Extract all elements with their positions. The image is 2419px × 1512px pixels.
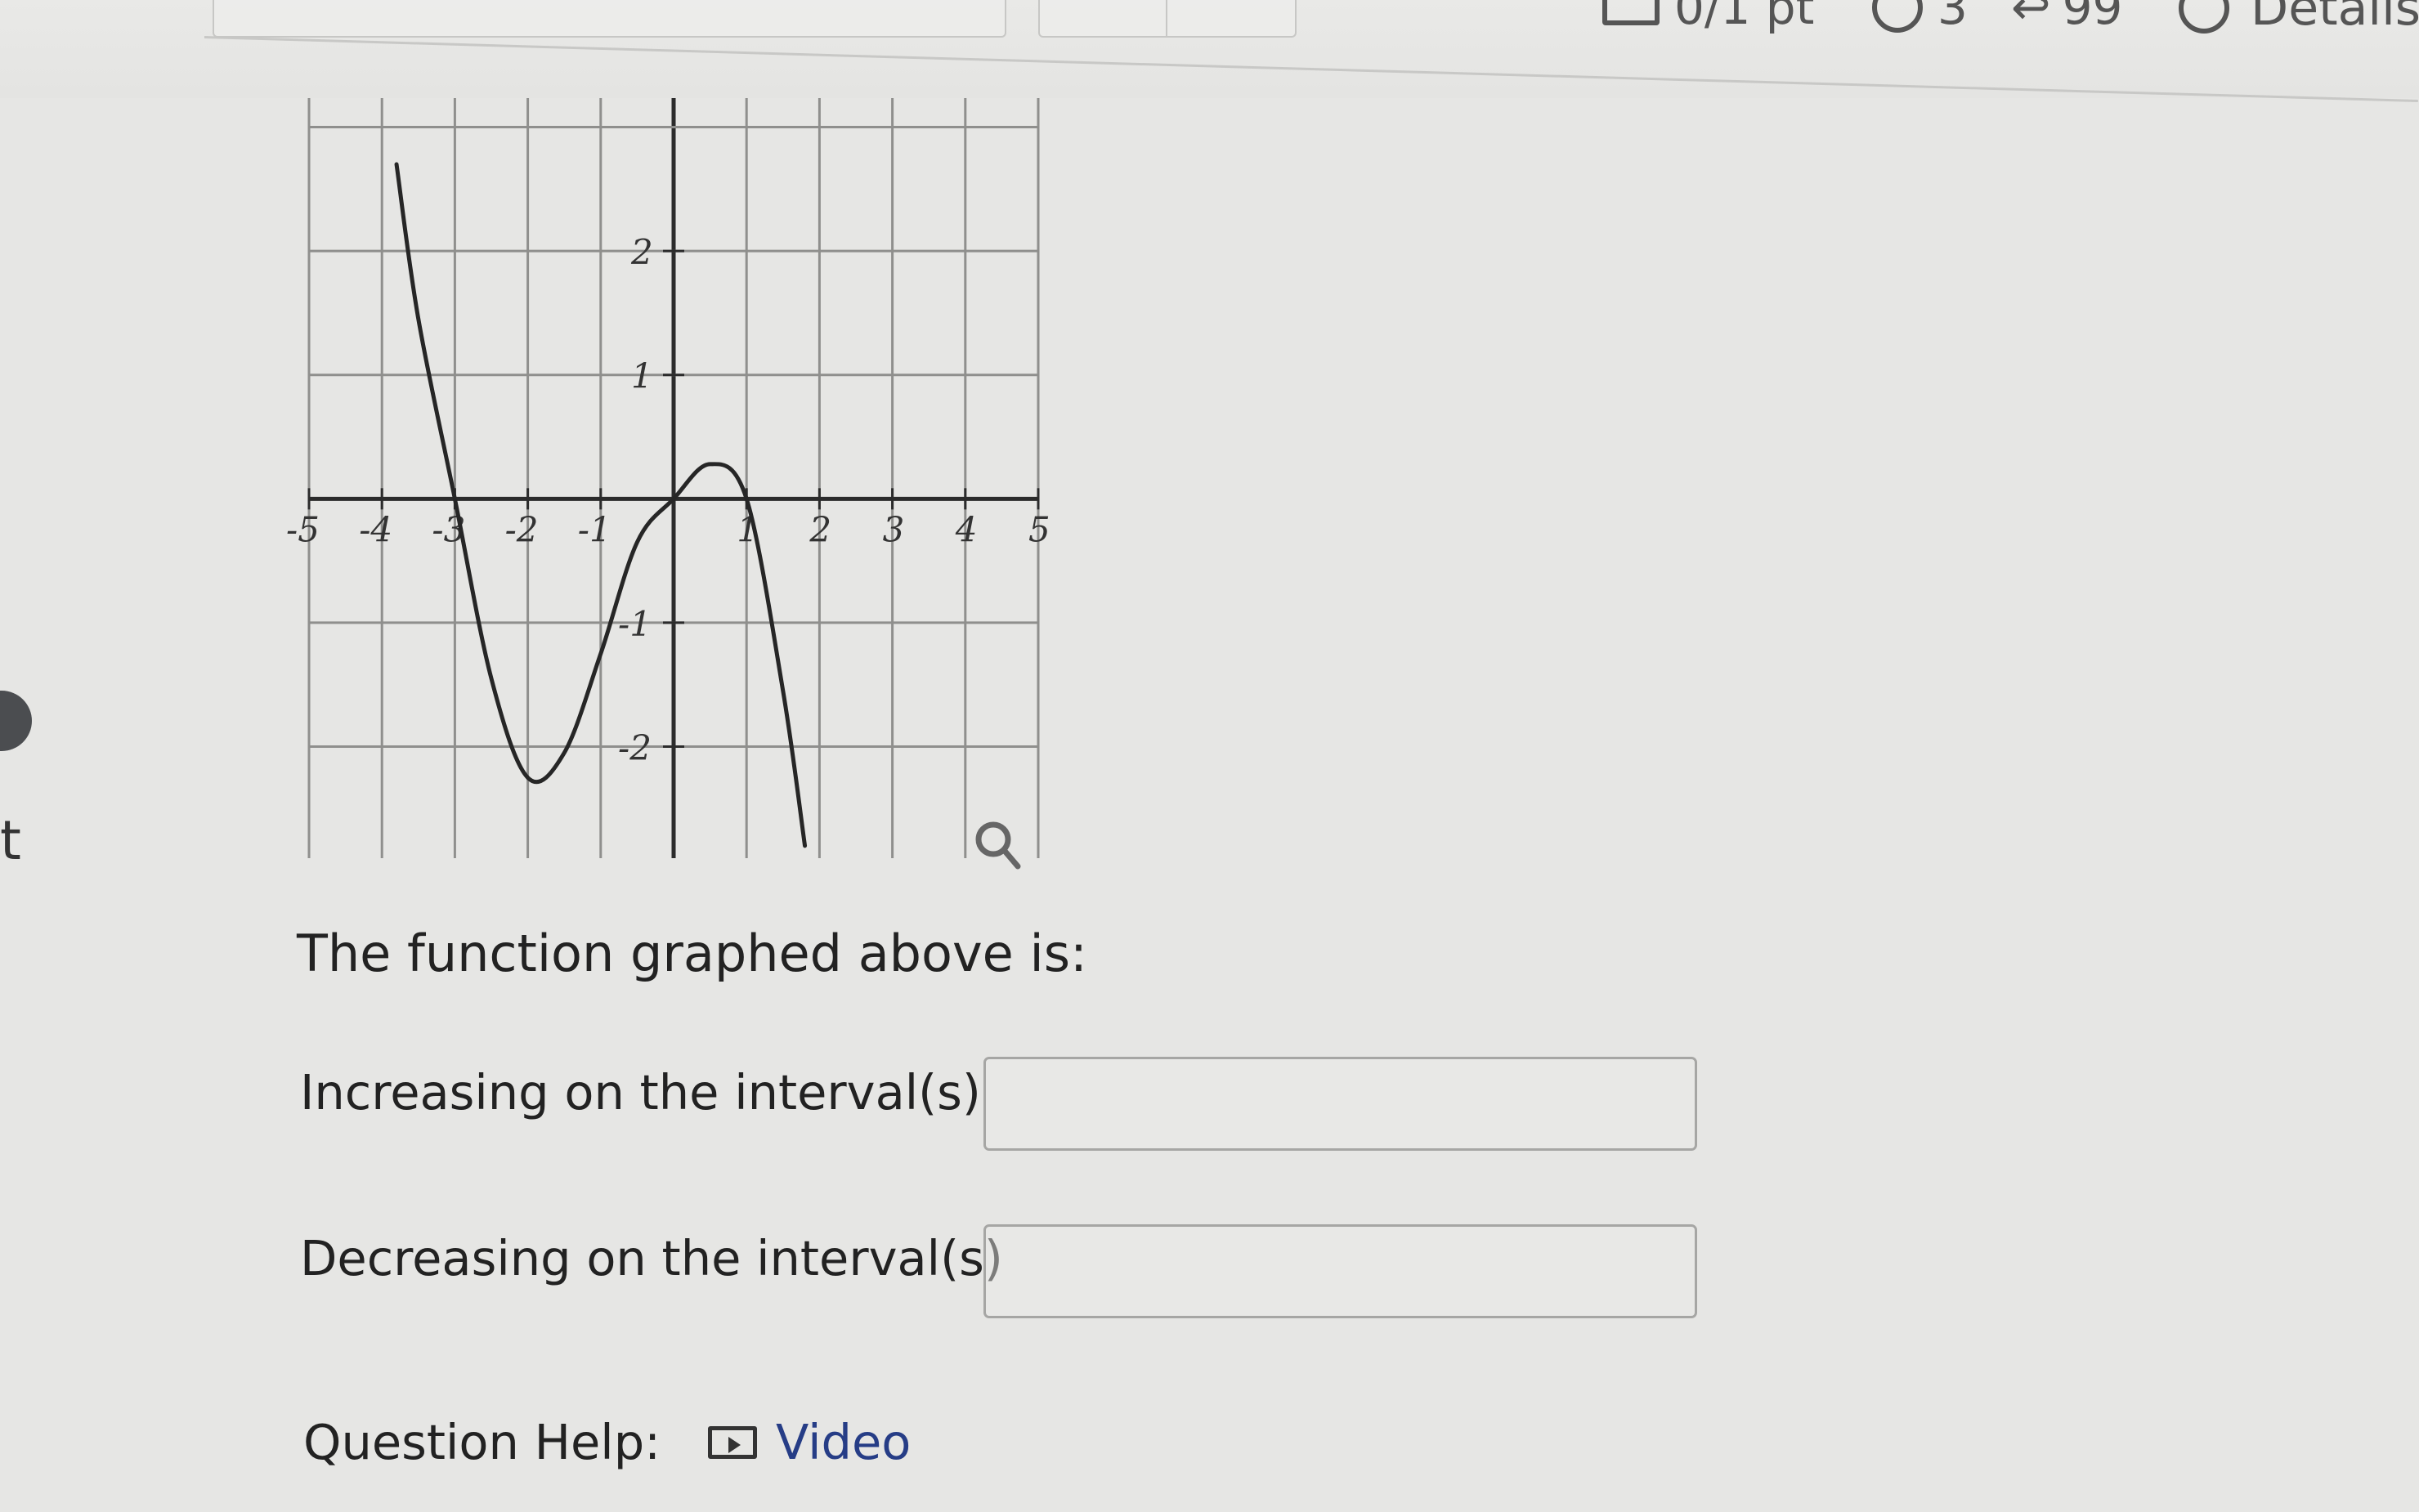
zoom-handle-icon[interactable] xyxy=(1001,847,1021,870)
x-tick-label: 5 xyxy=(1028,509,1050,549)
retries-status: ↩ 99 xyxy=(2011,0,2122,35)
x-tick-label: 3 xyxy=(883,509,905,549)
question-number-marker[interactable] xyxy=(0,691,32,751)
retries-text: 99 xyxy=(2062,0,2123,35)
decreasing-label: Decreasing on the interval(s) xyxy=(300,1230,1003,1286)
decreasing-answer-input[interactable] xyxy=(983,1224,1697,1318)
function-graph-svg: -5 -4 -3 -2 -1 1 2 3 4 521-1-2 xyxy=(286,98,1050,870)
y-tick-label: 1 xyxy=(631,356,653,396)
zoom-icon xyxy=(975,821,1021,870)
x-tick-label: 2 xyxy=(809,509,831,549)
x-tick-label: -2 xyxy=(505,509,539,549)
function-graph: -5 -4 -3 -2 -1 1 2 3 4 5 2 1 -1 -2 xyxy=(278,90,1079,891)
video-help-link[interactable]: Video xyxy=(776,1414,911,1470)
top-empty-control[interactable] xyxy=(213,0,1006,38)
details-label[interactable]: Details xyxy=(2251,0,2419,37)
y-tick-label: -1 xyxy=(618,604,652,644)
info-icon xyxy=(2179,0,2229,34)
x-tick-label: -5 xyxy=(286,509,320,549)
y-tick-label: -2 xyxy=(618,728,652,768)
retry-arrow-icon: ↩ xyxy=(2011,0,2051,35)
video-play-icon[interactable] xyxy=(708,1425,758,1459)
x-tick-label: -1 xyxy=(578,509,611,549)
increasing-label: Increasing on the interval(s) xyxy=(300,1064,981,1121)
score-box-icon xyxy=(1602,0,1660,25)
x-tick-label: 4 xyxy=(955,509,978,549)
points-text: 0/1 pt xyxy=(1674,0,1815,35)
increasing-answer-input[interactable] xyxy=(983,1057,1697,1151)
top-status-area: 0/1 pt 3 ↩ 99 Details xyxy=(0,0,2419,103)
sidebar-partial-text: t xyxy=(0,809,21,872)
details-link[interactable]: Details xyxy=(2179,0,2419,37)
points-status: 0/1 pt xyxy=(1602,0,1814,35)
top-segmented-control[interactable] xyxy=(1038,0,1297,38)
question-prompt: The function graphed above is: xyxy=(297,924,1087,983)
refresh-icon xyxy=(1872,0,1923,33)
x-tick-label: -4 xyxy=(359,509,392,549)
tries-text: 3 xyxy=(1937,0,1968,35)
y-tick-label: 2 xyxy=(630,232,653,272)
question-help-row: Question Help: Video xyxy=(303,1414,911,1470)
tries-status: 3 xyxy=(1872,0,1968,35)
question-help-label: Question Help: xyxy=(303,1414,661,1470)
